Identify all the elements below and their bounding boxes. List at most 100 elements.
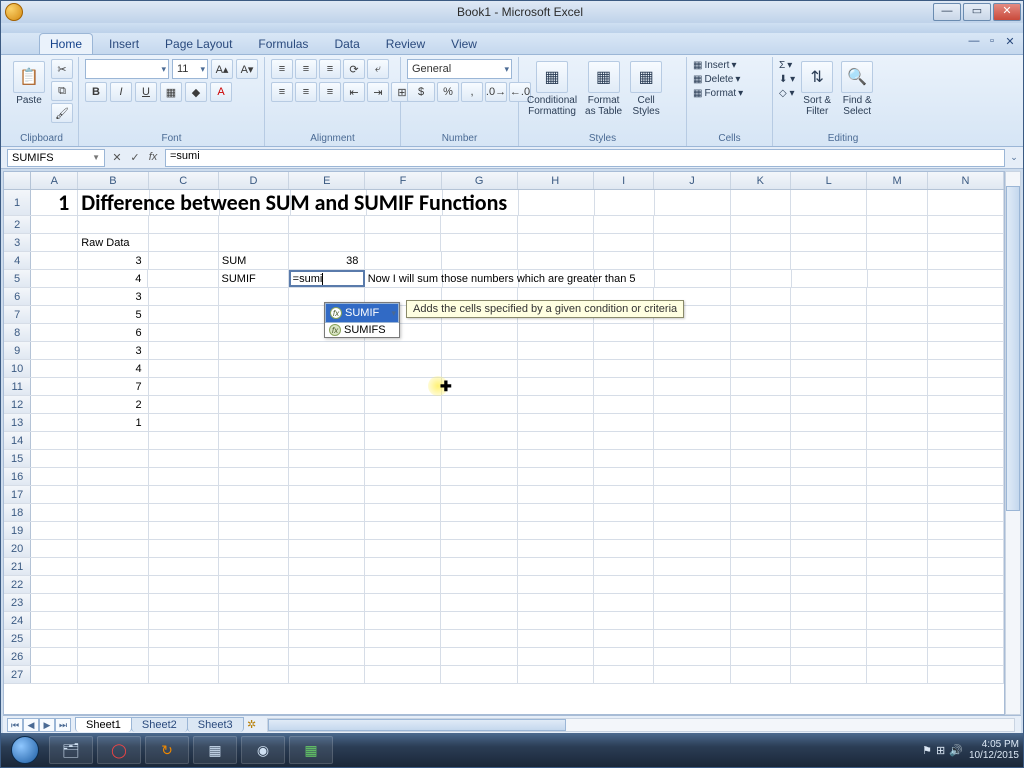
cell-K15[interactable] [731,450,792,467]
cell-C8[interactable] [149,324,219,341]
cell-H9[interactable] [518,342,594,359]
cell-E24[interactable] [289,612,365,629]
align-bottom-button[interactable]: ≡ [319,59,341,79]
cell-N14[interactable] [928,432,1004,449]
cell-L7[interactable] [791,306,867,323]
cell-N16[interactable] [928,468,1004,485]
cell-H20[interactable] [518,540,594,557]
column-header-B[interactable]: B [78,172,148,189]
cell-L18[interactable] [791,504,867,521]
row-header-2[interactable]: 2 [4,216,31,233]
cell-G4[interactable] [442,252,518,269]
tray-volume-icon[interactable]: 🔊 [949,744,963,757]
cell-G13[interactable] [442,414,518,431]
cell-C12[interactable] [149,396,219,413]
cell-B3[interactable]: Raw Data [78,234,148,251]
clear-button[interactable]: ◇ ▾ [779,87,795,100]
cell-N24[interactable] [928,612,1004,629]
cell-I14[interactable] [594,432,655,449]
cell-A5[interactable] [31,270,78,287]
taskbar-app-2[interactable]: ▦ [193,736,237,764]
cell-C13[interactable] [149,414,219,431]
cell-I17[interactable] [594,486,655,503]
column-header-N[interactable]: N [928,172,1004,189]
cell-H26[interactable] [518,648,594,665]
cell-A19[interactable] [31,522,78,539]
cell-C25[interactable] [149,630,219,647]
grow-font-button[interactable]: A▴ [211,59,233,79]
cell-A27[interactable] [31,666,78,683]
cell-C24[interactable] [149,612,219,629]
sheet-nav-last[interactable]: ⏭ [55,718,71,732]
cell-H10[interactable] [518,360,594,377]
cell-F12[interactable] [365,396,441,413]
row-header-1[interactable]: 1 [4,190,31,215]
cell-C22[interactable] [149,576,219,593]
cell-B11[interactable]: 7 [78,378,148,395]
cell-N5[interactable] [928,270,1004,287]
cell-M27[interactable] [867,666,928,683]
cell-H14[interactable] [518,432,594,449]
start-button[interactable] [5,735,45,765]
cell-J11[interactable] [654,378,730,395]
cell-K6[interactable] [731,288,792,305]
border-button[interactable]: ▦ [160,82,182,102]
cell-J15[interactable] [654,450,730,467]
cell-F26[interactable] [365,648,441,665]
underline-button[interactable]: U [135,82,157,102]
cell-C26[interactable] [149,648,219,665]
cell-E3[interactable] [289,234,365,251]
cell-B9[interactable]: 3 [78,342,148,359]
cell-D20[interactable] [219,540,289,557]
cell-H13[interactable] [518,414,594,431]
cell-B8[interactable]: 6 [78,324,148,341]
cell-C3[interactable] [149,234,219,251]
cell-N27[interactable] [928,666,1004,683]
cell-D13[interactable] [219,414,289,431]
cell-K5[interactable] [731,270,791,287]
cell-G22[interactable] [441,576,517,593]
cell-I18[interactable] [594,504,655,521]
cell-J21[interactable] [654,558,730,575]
cell-G10[interactable] [442,360,518,377]
copy-button[interactable]: ⧉ [51,81,73,101]
cell-E20[interactable] [289,540,365,557]
cell-D3[interactable] [219,234,289,251]
tray-clock[interactable]: 4:05 PM 10/12/2015 [969,739,1019,761]
autocomplete-item-sumifs[interactable]: fx SUMIFS [325,323,399,337]
cell-A1[interactable]: 1 [31,190,78,215]
cell-D22[interactable] [219,576,289,593]
taskbar-explorer[interactable]: 🗂 [49,736,93,764]
cell-F20[interactable] [365,540,441,557]
cell-F23[interactable] [365,594,441,611]
cell-N12[interactable] [928,396,1004,413]
cell-G12[interactable] [442,396,518,413]
cell-B19[interactable] [78,522,148,539]
maximize-button[interactable]: ▭ [963,3,991,21]
column-header-J[interactable]: J [654,172,730,189]
cell-H21[interactable] [518,558,594,575]
cell-F17[interactable] [365,486,441,503]
cell-G19[interactable] [441,522,517,539]
column-header-G[interactable]: G [442,172,518,189]
cell-L1[interactable] [791,190,867,215]
cell-I10[interactable] [594,360,655,377]
autocomplete-item-sumif[interactable]: fx SUMIF [325,303,399,323]
cell-E2[interactable] [289,216,365,233]
cell-I13[interactable] [594,414,655,431]
cell-F24[interactable] [365,612,441,629]
percent-button[interactable]: % [437,82,459,102]
format-as-table-button[interactable]: ▦ Format as Table [583,59,624,119]
cell-J2[interactable] [654,216,730,233]
cell-J26[interactable] [654,648,730,665]
row-header-5[interactable]: 5 [4,270,31,287]
cell-F14[interactable] [365,432,441,449]
cell-E11[interactable] [289,378,365,395]
doc-close-button[interactable]: ✕ [1003,35,1017,48]
cell-B18[interactable] [78,504,148,521]
cell-G27[interactable] [441,666,517,683]
cell-K7[interactable] [731,306,792,323]
cell-B23[interactable] [78,594,148,611]
sheet-tab-1[interactable]: Sheet1 [75,717,132,732]
cell-F5[interactable]: Now I will sum those numbers which are g… [365,270,443,287]
